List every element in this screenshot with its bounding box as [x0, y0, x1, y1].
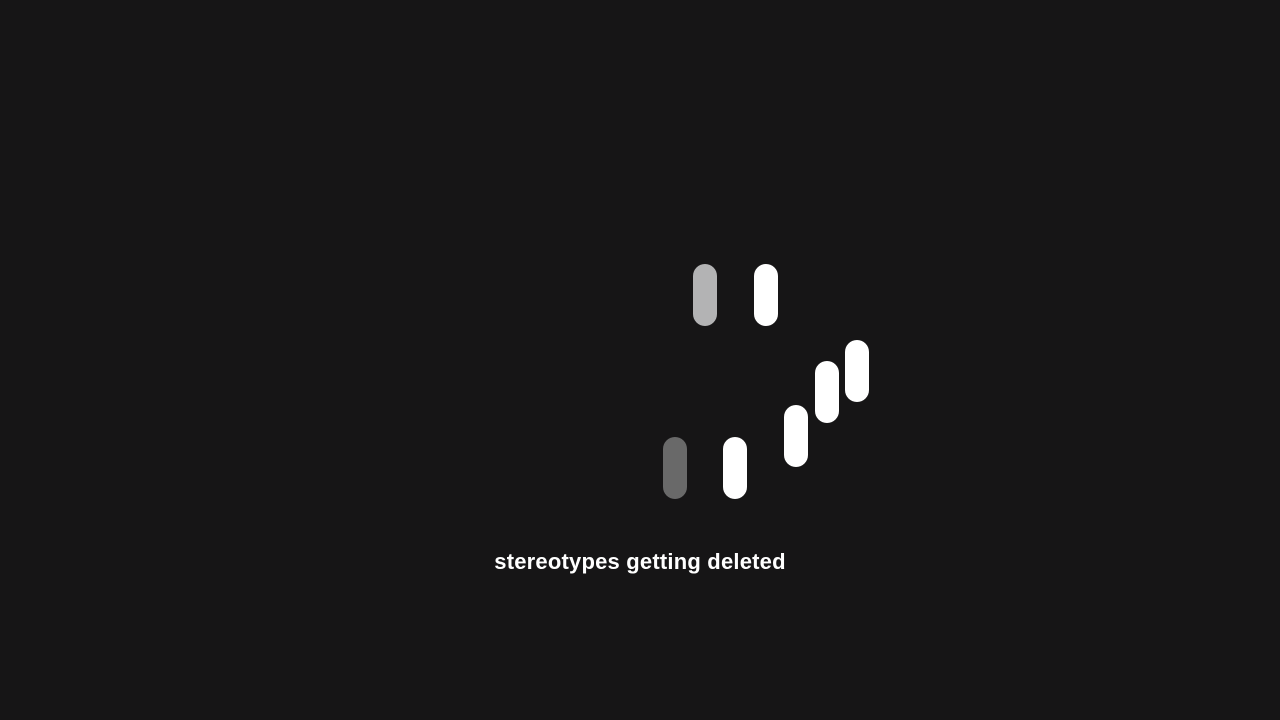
caption-text: stereotypes getting deleted	[494, 549, 786, 574]
loader-pill-1	[693, 264, 717, 326]
loader-pill-5	[784, 405, 808, 467]
loader-pill-7	[663, 437, 687, 499]
loader-pill-3	[845, 340, 869, 402]
loader-pill-4	[815, 361, 839, 423]
loader-pill-6	[723, 437, 747, 499]
loader-pill-2	[754, 264, 778, 326]
video-frame: stereotypes getting deleted	[0, 0, 1280, 720]
